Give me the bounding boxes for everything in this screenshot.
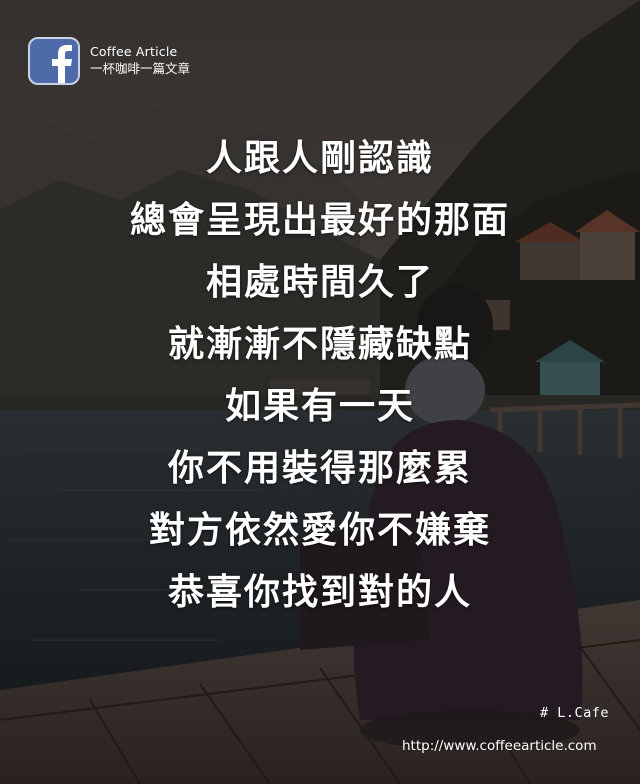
facebook-icon[interactable] xyxy=(28,37,80,85)
website-url[interactable]: http://www.coffeearticle.com xyxy=(402,738,597,754)
brand-name-en: Coffee Article xyxy=(90,44,178,60)
poem-line: 對方依然愛你不嫌棄 xyxy=(148,510,491,551)
poem-text: 人跟人剛認識 總會呈現出最好的那面 相處時間久了 就漸漸不隱藏缺點 如果有一天 … xyxy=(0,128,640,624)
poem-line: 如果有一天 xyxy=(224,386,415,427)
brand-name-zh: 一杯咖啡一篇文章 xyxy=(90,61,191,76)
brand-header: Coffee Article 一杯咖啡一篇文章 xyxy=(28,37,190,85)
poem-line: 恭喜你找到對的人 xyxy=(167,572,472,613)
hashtag-label: # L.Cafe xyxy=(540,705,610,721)
poem-line: 就漸漸不隱藏缺點 xyxy=(167,324,472,365)
brand-text: Coffee Article 一杯咖啡一篇文章 xyxy=(90,44,190,78)
poem-line: 人跟人剛認識 xyxy=(205,138,434,179)
poem-line: 你不用裝得那麼累 xyxy=(167,448,472,489)
poem-line: 總會呈現出最好的那面 xyxy=(129,200,510,241)
photo-poster: Coffee Article 一杯咖啡一篇文章 人跟人剛認識 總會呈現出最好的那… xyxy=(0,0,640,784)
facebook-f-glyph xyxy=(52,45,72,83)
poem-line: 相處時間久了 xyxy=(205,262,434,303)
